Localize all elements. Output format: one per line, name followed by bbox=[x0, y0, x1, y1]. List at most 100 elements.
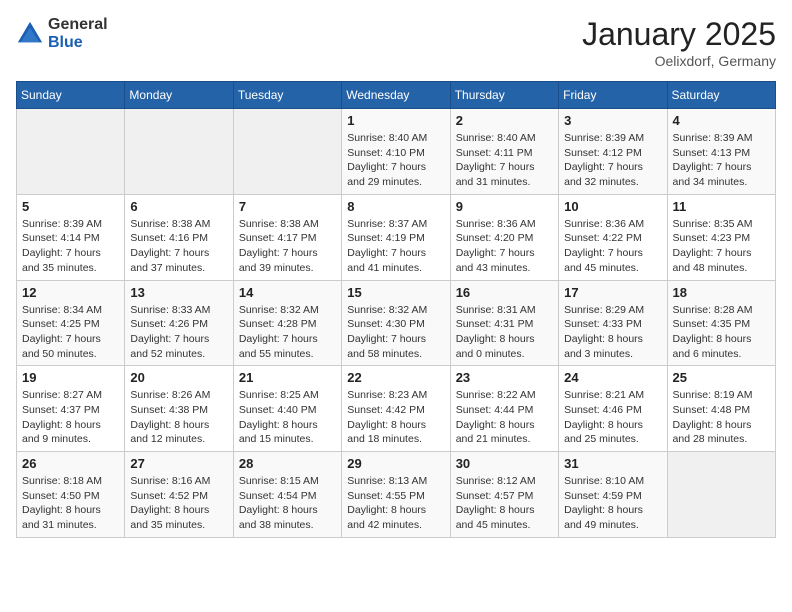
day-detail: Sunrise: 8:23 AM Sunset: 4:42 PM Dayligh… bbox=[347, 388, 444, 447]
day-number: 3 bbox=[564, 113, 661, 128]
calendar-cell: 22 Sunrise: 8:23 AM Sunset: 4:42 PM Dayli… bbox=[342, 366, 450, 452]
logo: General Blue bbox=[16, 16, 108, 51]
weekday-header-monday: Monday bbox=[125, 82, 233, 109]
calendar-cell: 10 Sunrise: 8:36 AM Sunset: 4:22 PM Dayli… bbox=[559, 194, 667, 280]
day-detail: Sunrise: 8:26 AM Sunset: 4:38 PM Dayligh… bbox=[130, 388, 227, 447]
weekday-row: SundayMondayTuesdayWednesdayThursdayFrid… bbox=[17, 82, 776, 109]
day-number: 1 bbox=[347, 113, 444, 128]
calendar-cell: 23Sunrise: 8:22 AM Sunset: 4:44 PM Dayli… bbox=[450, 366, 558, 452]
calendar-week-2: 5 Sunrise: 8:39 AM Sunset: 4:14 PM Daylig… bbox=[17, 194, 776, 280]
day-detail: Sunrise: 8:40 AM Sunset: 4:11 PM Dayligh… bbox=[456, 131, 553, 190]
calendar-cell: 8 Sunrise: 8:37 AM Sunset: 4:19 PM Daylig… bbox=[342, 194, 450, 280]
day-number: 22 bbox=[347, 370, 444, 385]
month-title: January 2025 bbox=[582, 16, 776, 53]
day-detail: Sunrise: 8:40 AM Sunset: 4:10 PM Dayligh… bbox=[347, 131, 444, 190]
calendar-cell: 25 Sunrise: 8:19 AM Sunset: 4:48 PM Dayli… bbox=[667, 366, 775, 452]
day-detail: Sunrise: 8:39 AM Sunset: 4:12 PM Dayligh… bbox=[564, 131, 661, 190]
day-number: 25 bbox=[673, 370, 770, 385]
calendar-cell: 5 Sunrise: 8:39 AM Sunset: 4:14 PM Daylig… bbox=[17, 194, 125, 280]
calendar-cell bbox=[125, 109, 233, 195]
day-detail: Sunrise: 8:31 AM Sunset: 4:31 PM Dayligh… bbox=[456, 303, 553, 362]
weekday-header-sunday: Sunday bbox=[17, 82, 125, 109]
calendar-cell: 17Sunrise: 8:29 AM Sunset: 4:33 PM Dayli… bbox=[559, 280, 667, 366]
logo-blue-text: Blue bbox=[48, 34, 108, 52]
day-number: 17 bbox=[564, 285, 661, 300]
page-header: General Blue January 2025 Oelixdorf, Ger… bbox=[16, 16, 776, 69]
day-detail: Sunrise: 8:27 AM Sunset: 4:37 PM Dayligh… bbox=[22, 388, 119, 447]
day-detail: Sunrise: 8:16 AM Sunset: 4:52 PM Dayligh… bbox=[130, 474, 227, 533]
calendar-cell: 1 Sunrise: 8:40 AM Sunset: 4:10 PM Daylig… bbox=[342, 109, 450, 195]
calendar-cell: 2Sunrise: 8:40 AM Sunset: 4:11 PM Daylig… bbox=[450, 109, 558, 195]
calendar-cell: 20 Sunrise: 8:26 AM Sunset: 4:38 PM Dayli… bbox=[125, 366, 233, 452]
day-number: 7 bbox=[239, 199, 336, 214]
calendar-week-5: 26Sunrise: 8:18 AM Sunset: 4:50 PM Dayli… bbox=[17, 452, 776, 538]
calendar-week-1: 1 Sunrise: 8:40 AM Sunset: 4:10 PM Daylig… bbox=[17, 109, 776, 195]
day-detail: Sunrise: 8:38 AM Sunset: 4:16 PM Dayligh… bbox=[130, 217, 227, 276]
weekday-header-thursday: Thursday bbox=[450, 82, 558, 109]
day-detail: Sunrise: 8:39 AM Sunset: 4:13 PM Dayligh… bbox=[673, 131, 770, 190]
calendar-cell: 19 Sunrise: 8:27 AM Sunset: 4:37 PM Dayli… bbox=[17, 366, 125, 452]
day-number: 31 bbox=[564, 456, 661, 471]
calendar-cell: 24Sunrise: 8:21 AM Sunset: 4:46 PM Dayli… bbox=[559, 366, 667, 452]
day-number: 29 bbox=[347, 456, 444, 471]
logo-general-text: General bbox=[48, 16, 108, 34]
day-number: 24 bbox=[564, 370, 661, 385]
day-detail: Sunrise: 8:10 AM Sunset: 4:59 PM Dayligh… bbox=[564, 474, 661, 533]
day-detail: Sunrise: 8:36 AM Sunset: 4:22 PM Dayligh… bbox=[564, 217, 661, 276]
calendar-cell: 3 Sunrise: 8:39 AM Sunset: 4:12 PM Daylig… bbox=[559, 109, 667, 195]
day-number: 5 bbox=[22, 199, 119, 214]
day-detail: Sunrise: 8:19 AM Sunset: 4:48 PM Dayligh… bbox=[673, 388, 770, 447]
calendar-cell: 30Sunrise: 8:12 AM Sunset: 4:57 PM Dayli… bbox=[450, 452, 558, 538]
weekday-header-wednesday: Wednesday bbox=[342, 82, 450, 109]
calendar-cell: 13 Sunrise: 8:33 AM Sunset: 4:26 PM Dayli… bbox=[125, 280, 233, 366]
day-number: 18 bbox=[673, 285, 770, 300]
day-detail: Sunrise: 8:13 AM Sunset: 4:55 PM Dayligh… bbox=[347, 474, 444, 533]
day-detail: Sunrise: 8:28 AM Sunset: 4:35 PM Dayligh… bbox=[673, 303, 770, 362]
calendar-week-4: 19 Sunrise: 8:27 AM Sunset: 4:37 PM Dayli… bbox=[17, 366, 776, 452]
day-detail: Sunrise: 8:32 AM Sunset: 4:30 PM Dayligh… bbox=[347, 303, 444, 362]
calendar-header: SundayMondayTuesdayWednesdayThursdayFrid… bbox=[17, 82, 776, 109]
day-number: 16 bbox=[456, 285, 553, 300]
day-number: 23 bbox=[456, 370, 553, 385]
day-detail: Sunrise: 8:15 AM Sunset: 4:54 PM Dayligh… bbox=[239, 474, 336, 533]
day-detail: Sunrise: 8:33 AM Sunset: 4:26 PM Dayligh… bbox=[130, 303, 227, 362]
calendar-body: 1 Sunrise: 8:40 AM Sunset: 4:10 PM Daylig… bbox=[17, 109, 776, 538]
calendar-cell: 16 Sunrise: 8:31 AM Sunset: 4:31 PM Dayli… bbox=[450, 280, 558, 366]
calendar-cell bbox=[233, 109, 341, 195]
day-number: 10 bbox=[564, 199, 661, 214]
calendar-cell: 28Sunrise: 8:15 AM Sunset: 4:54 PM Dayli… bbox=[233, 452, 341, 538]
calendar-cell: 4Sunrise: 8:39 AM Sunset: 4:13 PM Daylig… bbox=[667, 109, 775, 195]
day-detail: Sunrise: 8:25 AM Sunset: 4:40 PM Dayligh… bbox=[239, 388, 336, 447]
logo-icon bbox=[16, 20, 44, 48]
calendar-cell bbox=[667, 452, 775, 538]
weekday-header-saturday: Saturday bbox=[667, 82, 775, 109]
calendar-table: SundayMondayTuesdayWednesdayThursdayFrid… bbox=[16, 81, 776, 538]
day-number: 8 bbox=[347, 199, 444, 214]
day-number: 6 bbox=[130, 199, 227, 214]
day-number: 27 bbox=[130, 456, 227, 471]
day-number: 13 bbox=[130, 285, 227, 300]
day-detail: Sunrise: 8:39 AM Sunset: 4:14 PM Dayligh… bbox=[22, 217, 119, 276]
calendar-cell: 26Sunrise: 8:18 AM Sunset: 4:50 PM Dayli… bbox=[17, 452, 125, 538]
calendar-cell: 15 Sunrise: 8:32 AM Sunset: 4:30 PM Dayli… bbox=[342, 280, 450, 366]
weekday-header-friday: Friday bbox=[559, 82, 667, 109]
day-detail: Sunrise: 8:38 AM Sunset: 4:17 PM Dayligh… bbox=[239, 217, 336, 276]
day-number: 20 bbox=[130, 370, 227, 385]
day-number: 9 bbox=[456, 199, 553, 214]
calendar-cell: 6 Sunrise: 8:38 AM Sunset: 4:16 PM Daylig… bbox=[125, 194, 233, 280]
day-number: 19 bbox=[22, 370, 119, 385]
day-number: 14 bbox=[239, 285, 336, 300]
day-number: 15 bbox=[347, 285, 444, 300]
day-number: 30 bbox=[456, 456, 553, 471]
calendar-cell: 11Sunrise: 8:35 AM Sunset: 4:23 PM Dayli… bbox=[667, 194, 775, 280]
day-detail: Sunrise: 8:34 AM Sunset: 4:25 PM Dayligh… bbox=[22, 303, 119, 362]
calendar-cell: 14Sunrise: 8:32 AM Sunset: 4:28 PM Dayli… bbox=[233, 280, 341, 366]
calendar-cell: 12Sunrise: 8:34 AM Sunset: 4:25 PM Dayli… bbox=[17, 280, 125, 366]
calendar-cell: 9Sunrise: 8:36 AM Sunset: 4:20 PM Daylig… bbox=[450, 194, 558, 280]
day-detail: Sunrise: 8:37 AM Sunset: 4:19 PM Dayligh… bbox=[347, 217, 444, 276]
calendar-cell: 18 Sunrise: 8:28 AM Sunset: 4:35 PM Dayli… bbox=[667, 280, 775, 366]
calendar-week-3: 12Sunrise: 8:34 AM Sunset: 4:25 PM Dayli… bbox=[17, 280, 776, 366]
calendar-cell bbox=[17, 109, 125, 195]
title-block: January 2025 Oelixdorf, Germany bbox=[582, 16, 776, 69]
day-number: 26 bbox=[22, 456, 119, 471]
